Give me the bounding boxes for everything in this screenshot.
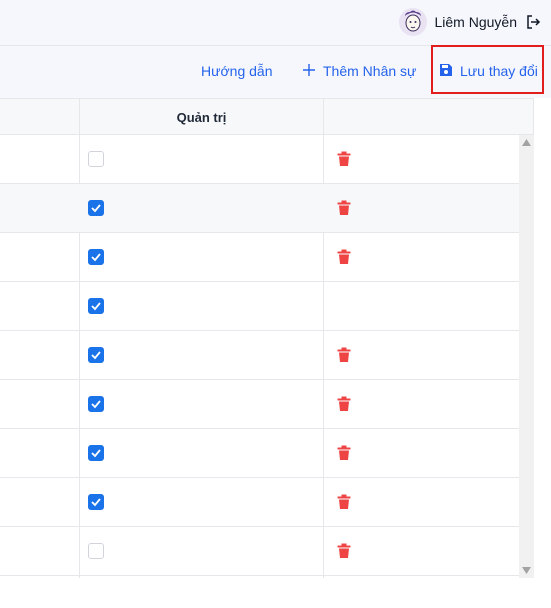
trash-icon[interactable]: [337, 200, 351, 216]
trash-icon[interactable]: [337, 249, 351, 265]
admin-checkbox[interactable]: [88, 249, 104, 265]
admin-checkbox[interactable]: [88, 200, 104, 216]
table-row: [0, 233, 519, 282]
trash-icon[interactable]: [337, 396, 351, 412]
save-changes-label: Lưu thay đổi: [460, 63, 538, 79]
trash-icon[interactable]: [337, 445, 351, 461]
admin-checkbox[interactable]: [88, 298, 104, 314]
admin-checkbox[interactable]: [88, 347, 104, 363]
table-scrollbar[interactable]: [519, 135, 534, 578]
add-staff-label: Thêm Nhân sự: [323, 63, 417, 79]
trash-icon[interactable]: [337, 347, 351, 363]
admin-checkbox[interactable]: [88, 494, 104, 510]
column-divider: [533, 98, 534, 135]
add-staff-button[interactable]: Thêm Nhân sự: [302, 60, 416, 82]
table-row: [0, 135, 519, 184]
table-row: [0, 527, 519, 576]
staff-table: Quản trị: [0, 98, 534, 578]
table-row: [0, 429, 519, 478]
scroll-up-icon[interactable]: [522, 139, 531, 146]
column-header-admin: Quản trị: [176, 109, 227, 125]
trash-icon[interactable]: [337, 151, 351, 167]
logout-icon[interactable]: [525, 14, 541, 30]
save-changes-button[interactable]: Lưu thay đổi: [439, 60, 538, 82]
admin-checkbox[interactable]: [88, 543, 104, 559]
plus-icon: [302, 63, 316, 80]
table-row: [0, 282, 519, 331]
scroll-down-icon[interactable]: [522, 567, 531, 574]
admin-checkbox[interactable]: [88, 151, 104, 167]
table-row: [0, 184, 519, 233]
user-menu[interactable]: Liêm Nguyễn: [398, 8, 542, 36]
table-header: Quản trị: [0, 98, 534, 135]
guide-button[interactable]: Hướng dẫn: [201, 60, 272, 82]
admin-checkbox[interactable]: [88, 445, 104, 461]
trash-icon[interactable]: [337, 543, 351, 559]
action-toolbar: Hướng dẫn Thêm Nhân sự Lưu thay đổi: [0, 46, 551, 98]
floppy-disk-icon: [439, 63, 453, 80]
user-name: Liêm Nguyễn: [434, 14, 518, 30]
guide-label: Hướng dẫn: [201, 63, 273, 79]
avatar[interactable]: [398, 8, 427, 36]
table-row: [0, 478, 519, 527]
table-row: [0, 380, 519, 429]
top-header: Liêm Nguyễn: [0, 0, 551, 46]
trash-icon[interactable]: [337, 494, 351, 510]
table-row: [0, 331, 519, 380]
admin-checkbox[interactable]: [88, 396, 104, 412]
